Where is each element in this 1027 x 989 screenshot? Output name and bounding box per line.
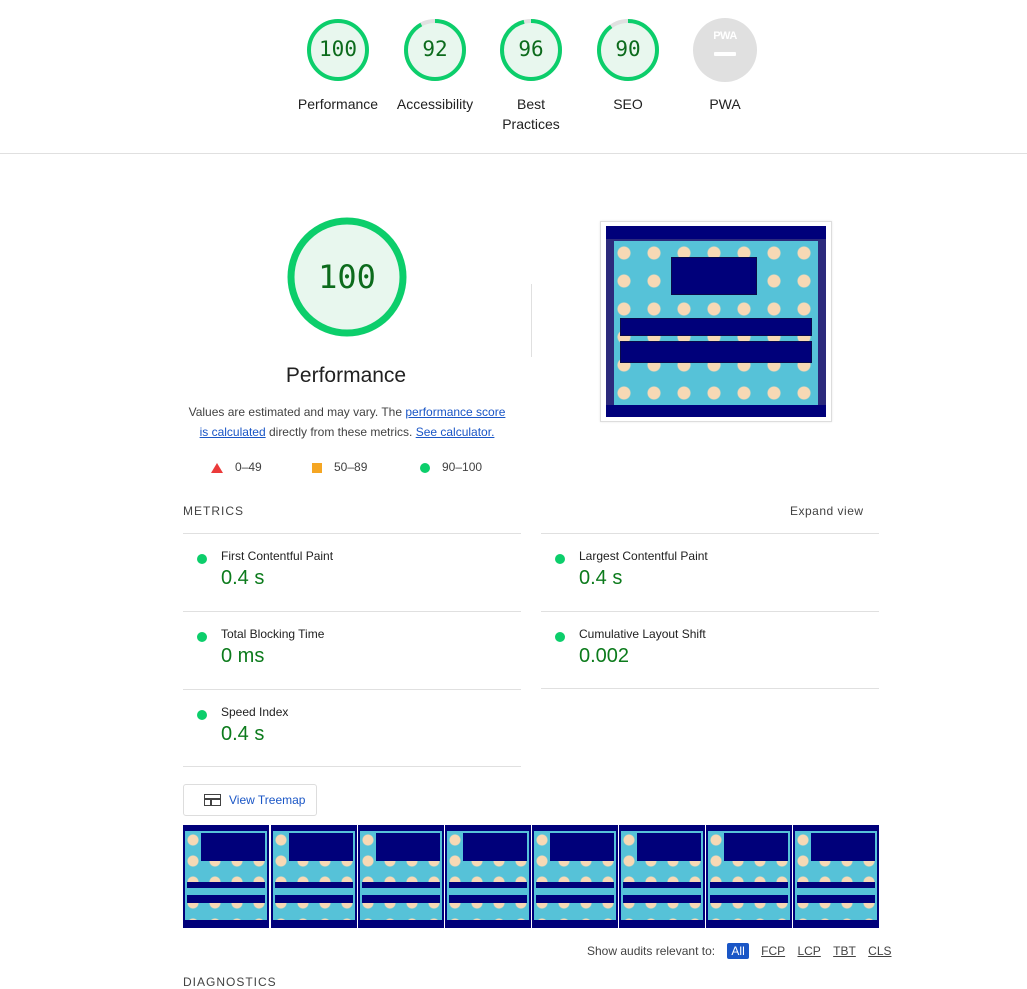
metric-title: Largest Contentful Paint (579, 549, 708, 563)
pwa-badge-icon: PWA (693, 18, 757, 82)
divider (183, 533, 521, 534)
gauge-ring: 96 (499, 18, 563, 82)
divider (541, 611, 879, 612)
section-divider (531, 284, 532, 357)
see-calculator-link[interactable]: See calculator. (416, 425, 495, 439)
divider (183, 766, 521, 767)
legend-label: 90–100 (442, 460, 483, 474)
gauge-ring: 100 (306, 18, 370, 82)
gauge-accessibility[interactable]: 92 Accessibility (385, 18, 485, 114)
filter-chip-tbt[interactable]: TBT (833, 944, 856, 958)
metric-value: 0.4 s (221, 723, 265, 745)
triangle-icon (211, 462, 223, 473)
description-text: directly from these metrics. (265, 425, 416, 439)
audit-filter: Show audits relevant to: All FCP LCP TBT… (587, 943, 892, 959)
audit-filter-label: Show audits relevant to: (587, 944, 716, 958)
filmstrip (183, 825, 879, 928)
view-treemap-label: View Treemap (229, 793, 306, 807)
filter-chip-fcp[interactable]: FCP (761, 944, 785, 958)
divider (541, 688, 879, 689)
gauge-ring: 90 (596, 18, 660, 82)
metric-value: 0.4 s (221, 567, 265, 589)
gauge-pwa[interactable]: PWA PWA (675, 18, 775, 114)
metric-value: 0.4 s (579, 567, 623, 589)
pass-dot-icon (197, 710, 207, 720)
gauge-label: SEO (613, 96, 643, 112)
divider (183, 689, 521, 690)
diagnostics-heading: DIAGNOSTICS (183, 975, 277, 989)
pass-dot-icon (555, 632, 565, 642)
filter-chip-cls[interactable]: CLS (868, 944, 891, 958)
filmstrip-frame (793, 825, 879, 928)
divider (183, 611, 521, 612)
screenshot-image (606, 226, 826, 417)
filmstrip-frame (532, 825, 618, 928)
gauge-label: PWA (709, 96, 741, 112)
gauge-label: Performance (297, 96, 379, 112)
metric-title: Cumulative Layout Shift (579, 627, 706, 641)
pass-dot-icon (197, 554, 207, 564)
gauge-performance[interactable]: 100 Performance (288, 18, 388, 114)
divider (541, 533, 879, 534)
filmstrip-frame (706, 825, 792, 928)
final-screenshot[interactable] (600, 221, 832, 422)
metric-value: 0.002 (579, 645, 630, 667)
filmstrip-frame (271, 825, 357, 928)
gauge-ring: 92 (403, 18, 467, 82)
expand-view-button[interactable]: Expand view (790, 504, 864, 518)
metrics-heading: METRICS (183, 504, 244, 518)
legend-average: 50–89 (312, 460, 367, 474)
gauge-label: Best Practices (502, 96, 560, 132)
filter-chip-all[interactable]: All (727, 943, 749, 959)
view-treemap-button[interactable]: View Treemap (183, 784, 317, 816)
gauge-label: Accessibility (396, 96, 474, 112)
filmstrip-frame (183, 825, 269, 928)
pass-dot-icon (197, 632, 207, 642)
performance-score: 100 (318, 258, 376, 296)
legend-label: 50–89 (334, 460, 368, 474)
pwa-badge-text: PWA (713, 30, 737, 42)
metric-value: 0 ms (221, 645, 265, 667)
filter-chip-lcp[interactable]: LCP (797, 944, 820, 958)
filmstrip-frame (445, 825, 531, 928)
circle-icon (420, 462, 430, 473)
treemap-icon (204, 794, 221, 806)
filmstrip-frame (619, 825, 705, 928)
gauge-score: 92 (422, 37, 448, 61)
gauge-score: 96 (518, 37, 544, 61)
performance-description: Values are estimated and may vary. The p… (183, 402, 511, 442)
legend-fail: 0–49 (211, 460, 262, 474)
filmstrip-frame (358, 825, 444, 928)
metric-title: First Contentful Paint (221, 549, 334, 563)
gauge-best-practices[interactable]: 96 Best Practices (481, 18, 581, 134)
pass-dot-icon (555, 554, 565, 564)
square-icon (312, 462, 322, 473)
gauge-score: 100 (319, 37, 357, 61)
metric-title: Total Blocking Time (221, 627, 325, 641)
legend-label: 0–49 (235, 460, 262, 474)
performance-title: Performance (285, 364, 407, 387)
legend-pass: 90–100 (420, 460, 482, 474)
description-text: Values are estimated and may vary. The (188, 405, 406, 419)
metric-title: Speed Index (221, 705, 289, 719)
gauge-score: 90 (615, 37, 641, 61)
gauge-seo[interactable]: 90 SEO (578, 18, 678, 114)
header-divider (0, 153, 1027, 154)
